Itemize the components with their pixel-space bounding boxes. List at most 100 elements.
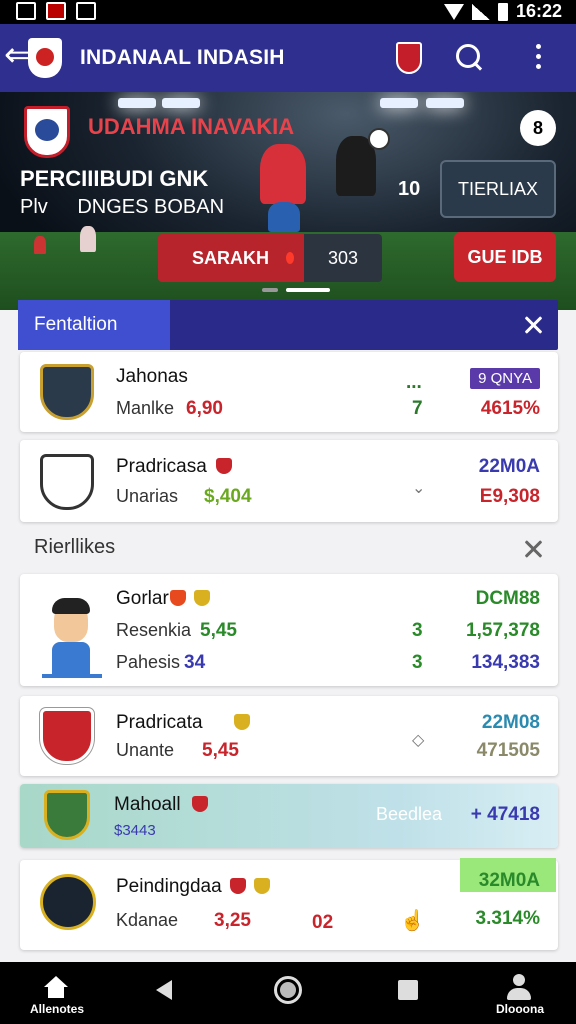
nav-profile-label[interactable]: Dlooona — [496, 1002, 544, 1016]
team-sub-label: Unarias — [116, 486, 179, 506]
team-name: Peindingdaa — [116, 876, 222, 897]
hero-subtitle: PERCIIIBUDI GNK — [20, 166, 209, 191]
player-red-shorts — [268, 202, 300, 232]
shield-icon — [192, 796, 208, 812]
shield-icon — [170, 590, 186, 606]
filter-bar: Fentaltion — [18, 300, 558, 350]
score-pill[interactable]: SARAKH 303 — [158, 234, 382, 282]
team-top-right: 32M0A — [478, 870, 540, 891]
team-top-right: DCM88 — [475, 588, 540, 609]
team-card-highlighted[interactable]: Mahoall $3443 Beedlea + 47418 — [20, 784, 558, 848]
emblem-icon — [254, 878, 270, 894]
row-label: Resenkia — [116, 620, 192, 640]
score-value: 303 — [304, 234, 382, 282]
team-sub-value: 3,25 — [214, 910, 251, 931]
hero-dark-button[interactable]: TIERLIAX — [440, 160, 556, 218]
team-top-right: 22M0A — [478, 456, 540, 477]
chevron-down-icon[interactable]: ⌄ — [412, 478, 425, 498]
team-card[interactable]: Pradricasa Unarias $,404 ⌄ 22M0A E9,308 — [20, 440, 558, 522]
shield-icon[interactable] — [396, 42, 422, 74]
team-right-value: 4615% — [480, 398, 540, 419]
team-right-value: 471505 — [476, 740, 540, 761]
diamond-icon[interactable]: ◇ — [412, 730, 424, 750]
status-time: 16:22 — [515, 1, 562, 21]
profile-icon[interactable] — [506, 974, 532, 1000]
team-right-value: 3.314% — [475, 908, 540, 929]
team-card[interactable]: Peindingdaa Kdanae 3,25 02 ☝ 32M0A 3.314… — [20, 858, 558, 950]
battery-icon — [497, 2, 508, 21]
pager-dot-active[interactable] — [286, 288, 330, 292]
football-icon — [368, 128, 390, 150]
emblem-icon — [194, 590, 210, 606]
team-right-value: E9,308 — [479, 486, 540, 507]
avatar — [42, 586, 102, 678]
search-icon[interactable] — [454, 42, 484, 72]
home-icon[interactable] — [44, 976, 68, 998]
more-vert-icon[interactable] — [530, 42, 546, 72]
team-crest-icon — [44, 790, 90, 840]
team-card[interactable]: Pradricata Unante 5,45 ◇ 22M08 471505 — [20, 696, 558, 776]
team-crest-icon — [40, 364, 94, 420]
shield-icon — [230, 878, 246, 894]
team-crest-icon — [40, 874, 96, 930]
row-mid: 3 — [412, 652, 423, 673]
emblem-icon — [234, 714, 250, 730]
hero-banner[interactable]: UDAHMA INAVAKIA PERCIIIBUDI GNK Plv DNGE… — [0, 92, 576, 310]
club-logo-icon — [28, 38, 62, 78]
recents-icon[interactable] — [398, 980, 418, 1000]
activity-notification-icon — [76, 2, 96, 20]
wifi-icon — [443, 3, 464, 20]
notification-icons — [16, 2, 96, 20]
team-card[interactable]: Gorlar Resenkia 5,45 3 1,57,378 Pahesis … — [20, 574, 558, 686]
team-sub-label: Unante — [116, 740, 175, 760]
team-sub-value: 5,45 — [202, 740, 239, 761]
hero-title: UDAHMA INAVAKIA — [88, 114, 295, 139]
shield-icon — [216, 458, 232, 474]
team-sub-value: $3443 — [114, 822, 156, 839]
team-sub-label: Kdanae — [116, 910, 179, 930]
round-badge: 8 — [520, 110, 556, 146]
team-sub-value: 6,90 — [186, 398, 223, 419]
navigation-bar: Allenotes Dlooona — [0, 962, 576, 1024]
team-card[interactable]: Jahonas Manlke 6,90 ... 7 9 QNYA 4615% — [20, 352, 558, 432]
team-mid: 02 — [312, 912, 334, 933]
app-notification-icon — [46, 2, 66, 20]
team-sub-label: Manlke — [116, 398, 175, 418]
back-icon[interactable] — [156, 980, 172, 1000]
stadium-light — [118, 98, 156, 108]
close-icon[interactable] — [522, 314, 544, 336]
team-mid-label: Beedlea — [376, 804, 443, 824]
row-label: Pahesis — [116, 652, 181, 672]
hero-line2: Plv DNGES BOBAN — [20, 196, 224, 219]
team-crest-icon — [40, 454, 94, 510]
app-bar: ⇐ INDANAAL INDASIH — [0, 24, 576, 92]
row-value: 34 — [184, 652, 206, 673]
hero-red-button[interactable]: GUE IDB — [454, 232, 556, 282]
hand-icon[interactable]: ☝ — [400, 908, 425, 933]
image-notification-icon — [16, 2, 36, 20]
pager-dot[interactable] — [262, 288, 278, 292]
stadium-light — [380, 98, 418, 108]
team-mid: 7 — [412, 398, 423, 419]
team-right-value: + 47418 — [470, 804, 540, 825]
stadium-light — [426, 98, 464, 108]
hero-line2-left: Plv — [20, 196, 48, 218]
nav-home-label[interactable]: Allenotes — [30, 1002, 84, 1016]
hero-line2-right: DNGES BOBAN — [77, 196, 225, 218]
app-title: INDANAAL INDASIH — [80, 46, 285, 69]
hero-club-badge — [24, 106, 70, 158]
team-crest-icon — [40, 708, 94, 764]
team-name: Jahonas — [116, 366, 188, 387]
signal-icon — [471, 3, 490, 20]
score-label: SARAKH — [158, 234, 304, 282]
team-name: Pradricata — [116, 712, 203, 733]
team-top-right: 22M08 — [481, 712, 540, 733]
row-right: 1,57,378 — [466, 620, 540, 641]
filter-tab[interactable]: Fentaltion — [18, 300, 170, 350]
stadium-light — [162, 98, 200, 108]
home-circle-icon[interactable] — [274, 976, 302, 1004]
row-value: 5,45 — [200, 620, 237, 641]
row-right: 134,383 — [471, 652, 540, 673]
close-icon[interactable] — [522, 538, 544, 560]
team-mid-top: ... — [406, 372, 422, 393]
